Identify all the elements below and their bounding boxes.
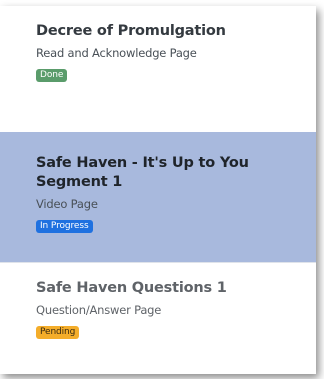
item-title: Safe Haven Questions 1 <box>36 280 227 296</box>
lesson-list-panel: Decree of Promulgation Read and Acknowle… <box>0 6 316 374</box>
list-item-safe-haven-questions-1[interactable]: Safe Haven Questions 1 Question/Answer P… <box>0 262 316 374</box>
item-title: Decree of Promulgation <box>36 23 226 39</box>
item-subtitle: Question/Answer Page <box>36 303 162 317</box>
item-subtitle: Read and Acknowledge Page <box>36 46 197 60</box>
list-item-decree-of-promulgation[interactable]: Decree of Promulgation Read and Acknowle… <box>0 6 316 132</box>
item-title: Safe Haven - It's Up to You Segment 1 <box>36 155 249 190</box>
list-item-safe-haven-segment-1[interactable]: Safe Haven - It's Up to You Segment 1 Vi… <box>0 132 316 262</box>
status-badge: In Progress <box>36 220 93 233</box>
status-badge: Pending <box>36 326 80 339</box>
item-subtitle: Video Page <box>36 197 98 211</box>
status-badge: Done <box>36 69 68 82</box>
